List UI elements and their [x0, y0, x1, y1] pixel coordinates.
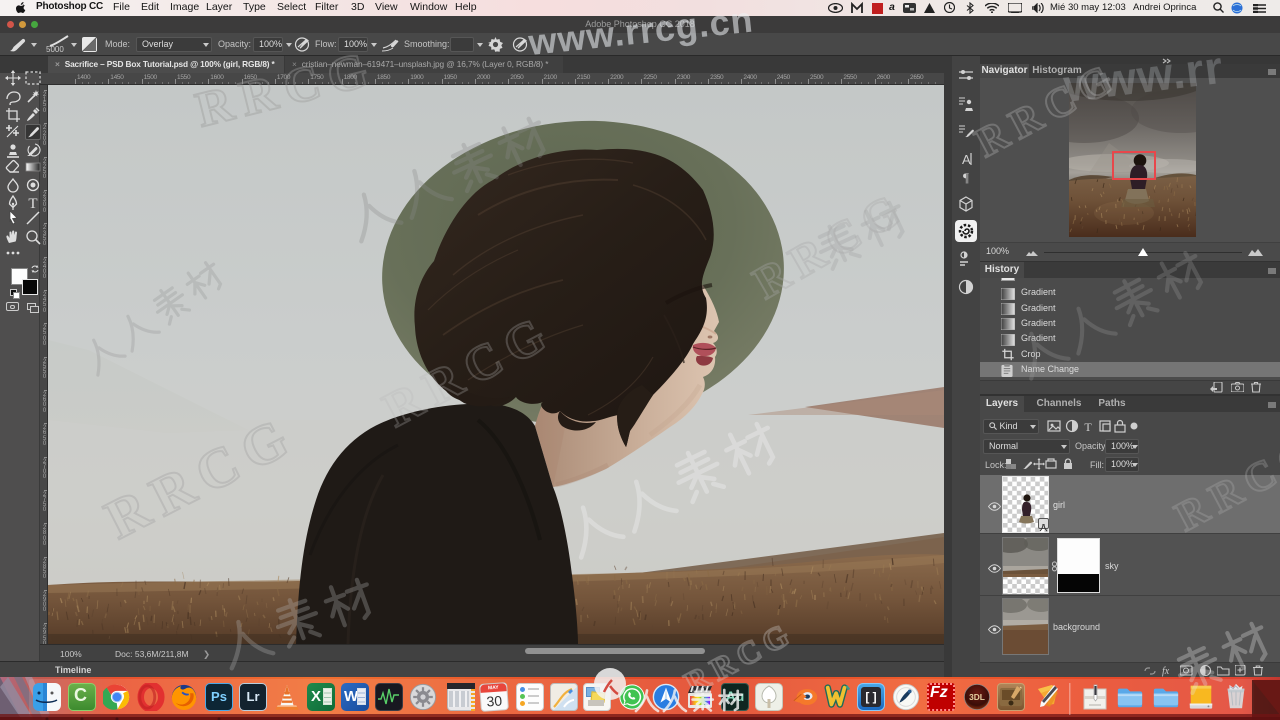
- svg-text:¶: ¶: [963, 170, 969, 185]
- svg-text:A: A: [962, 152, 971, 167]
- svg-text:fx: fx: [1162, 666, 1170, 677]
- svg-text:T: T: [1084, 420, 1092, 433]
- svg-text:T: T: [28, 196, 37, 211]
- svg-text:3DL: 3DL: [969, 692, 985, 702]
